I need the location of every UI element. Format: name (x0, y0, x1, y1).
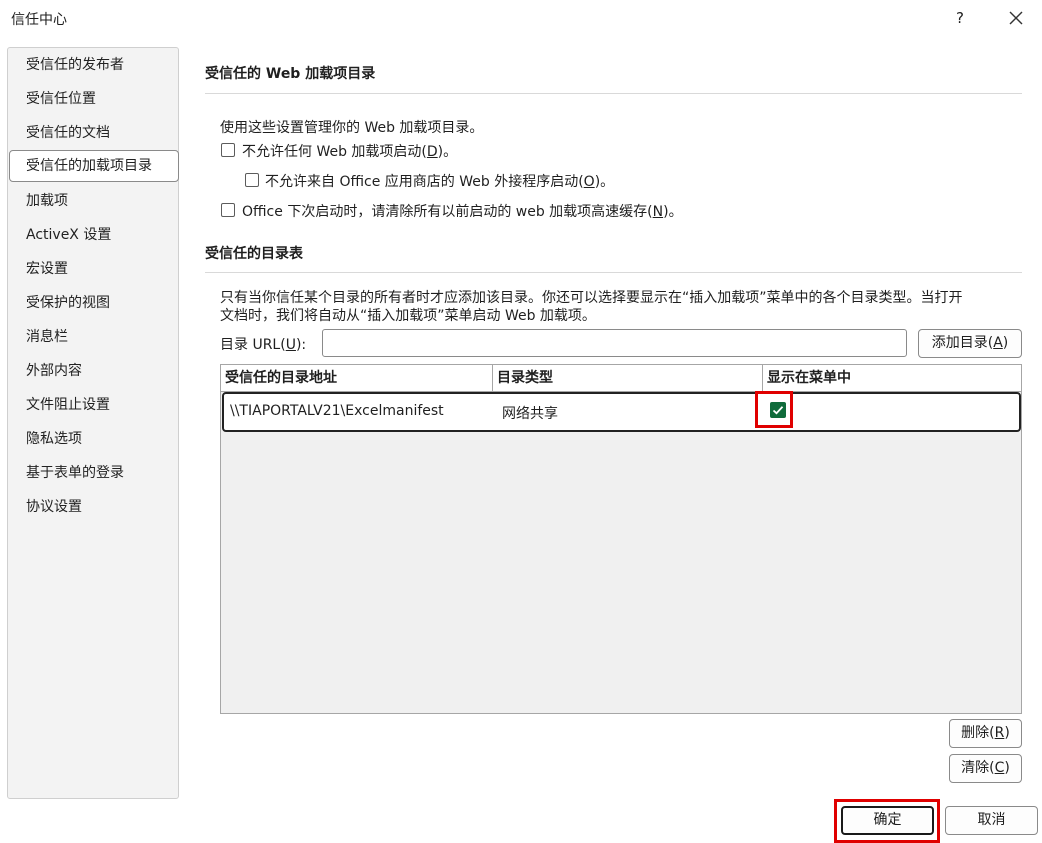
disable-all-addins-label[interactable]: 不允许任何 Web 加载项启动(D)。 (242, 141, 457, 161)
sidebar-item-trusted-documents[interactable]: 受信任的文档 (9, 117, 179, 149)
checkmark-icon (772, 406, 784, 415)
sidebar-item-file-block[interactable]: 文件阻止设置 (9, 389, 179, 421)
catalog-table-description-line1: 只有当你信任某个目录的所有者时才应添加该目录。你还可以选择要显示在“插入加载项”… (220, 290, 963, 306)
title-bar: 信任中心 ? (0, 0, 1042, 38)
catalog-url-input[interactable] (322, 329, 907, 357)
divider (205, 93, 1022, 94)
show-in-menu-checkbox[interactable] (770, 402, 786, 418)
catalog-address-cell: \\TIAPORTALV21\Excelmanifest (230, 403, 444, 419)
disable-store-addins-label[interactable]: 不允许来自 Office 应用商店的 Web 外接程序启动(O)。 (265, 171, 614, 191)
sidebar-item-form-login[interactable]: 基于表单的登录 (9, 457, 179, 489)
column-header-show-in-menu[interactable]: 显示在菜单中 (763, 365, 1021, 392)
sidebar-item-message-bar[interactable]: 消息栏 (9, 321, 179, 353)
sidebar-item-protected-view[interactable]: 受保护的视图 (9, 287, 179, 319)
disable-store-addins-checkbox[interactable] (245, 173, 259, 187)
add-catalog-button[interactable]: 添加目录(A) (918, 329, 1022, 358)
sidebar: 受信任的发布者 受信任位置 受信任的文档 受信任的加载项目录 加载项 Activ… (7, 47, 179, 799)
sidebar-item-external-content[interactable]: 外部内容 (9, 355, 179, 387)
sidebar-item-trusted-addin-catalogs[interactable]: 受信任的加载项目录 (9, 150, 179, 182)
sidebar-item-privacy[interactable]: 隐私选项 (9, 423, 179, 455)
sidebar-item-trusted-publishers[interactable]: 受信任的发布者 (9, 49, 179, 81)
web-catalog-heading: 受信任的 Web 加载项目录 (205, 66, 376, 82)
catalog-table: 受信任的目录地址 目录类型 显示在菜单中 \\TIAPORTALV21\Exce… (220, 364, 1022, 714)
help-button[interactable]: ? (948, 6, 972, 30)
sidebar-item-protocol[interactable]: 协议设置 (9, 491, 179, 523)
table-row[interactable]: \\TIAPORTALV21\Excelmanifest 网络共享 (222, 392, 1021, 432)
close-button[interactable] (1003, 6, 1029, 32)
sidebar-item-addins[interactable]: 加载项 (9, 185, 179, 217)
ok-button[interactable]: 确定 (841, 806, 934, 835)
catalog-type-cell: 网络共享 (502, 406, 558, 422)
clear-cache-checkbox[interactable] (221, 203, 235, 217)
remove-button[interactable]: 删除(R) (949, 719, 1022, 748)
web-catalog-description: 使用这些设置管理你的 Web 加载项目录。 (220, 120, 484, 136)
catalog-table-description-line2: 文档时，我们将自动从“插入加载项”菜单启动 Web 加载项。 (220, 308, 596, 324)
catalog-url-label: 目录 URL(U): (220, 337, 307, 353)
disable-all-addins-checkbox[interactable] (221, 143, 235, 157)
column-header-type[interactable]: 目录类型 (493, 365, 763, 392)
cancel-button[interactable]: 取消 (945, 806, 1038, 835)
close-icon (1009, 11, 1023, 25)
divider (205, 272, 1022, 273)
clear-cache-label[interactable]: Office 下次启动时，请清除所有以前启动的 web 加载项高速缓存(N)。 (242, 201, 683, 221)
sidebar-item-activex[interactable]: ActiveX 设置 (9, 219, 179, 251)
sidebar-item-trusted-locations[interactable]: 受信任位置 (9, 83, 179, 115)
sidebar-item-macro-settings[interactable]: 宏设置 (9, 253, 179, 285)
column-header-address[interactable]: 受信任的目录地址 (221, 365, 493, 392)
clear-button[interactable]: 清除(C) (949, 754, 1022, 783)
window-title: 信任中心 (11, 12, 67, 28)
catalog-table-heading: 受信任的目录表 (205, 246, 303, 262)
